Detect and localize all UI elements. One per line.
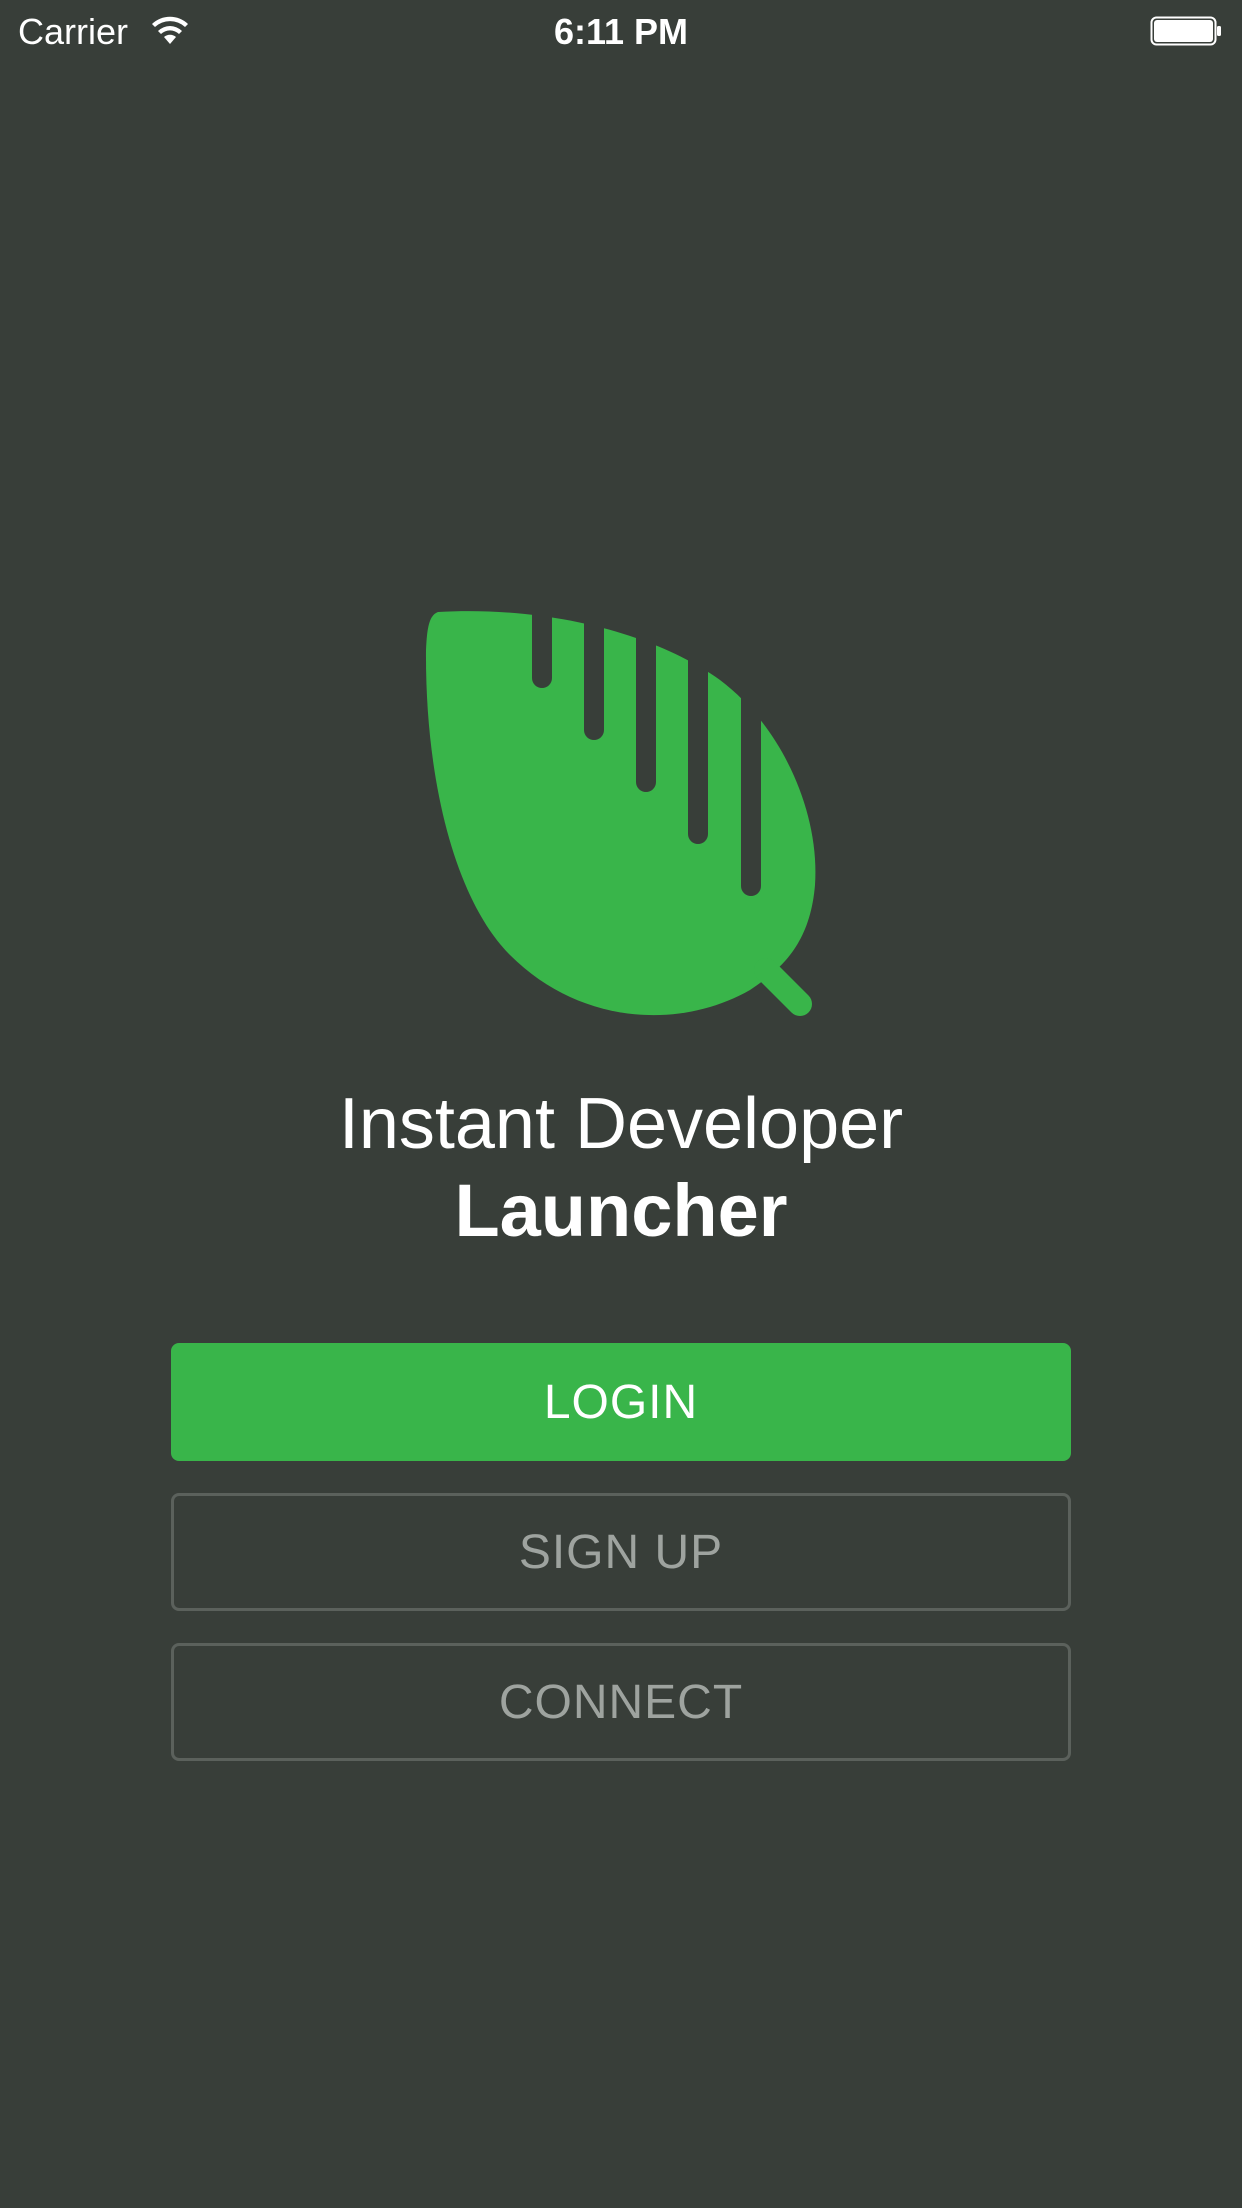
app-subtitle: Launcher xyxy=(454,1169,788,1252)
connect-button[interactable]: CONNECT xyxy=(171,1643,1071,1761)
battery-icon xyxy=(1150,16,1221,46)
login-button[interactable]: LOGIN xyxy=(171,1343,1071,1461)
status-time: 6:11 PM xyxy=(553,11,689,52)
status-bar: Carrier 6:11 PM xyxy=(0,0,1242,60)
app-title: Instant Developer xyxy=(338,1084,904,1164)
signup-button[interactable]: SIGN UP xyxy=(171,1493,1071,1611)
leaf-logo-icon xyxy=(425,610,816,1016)
